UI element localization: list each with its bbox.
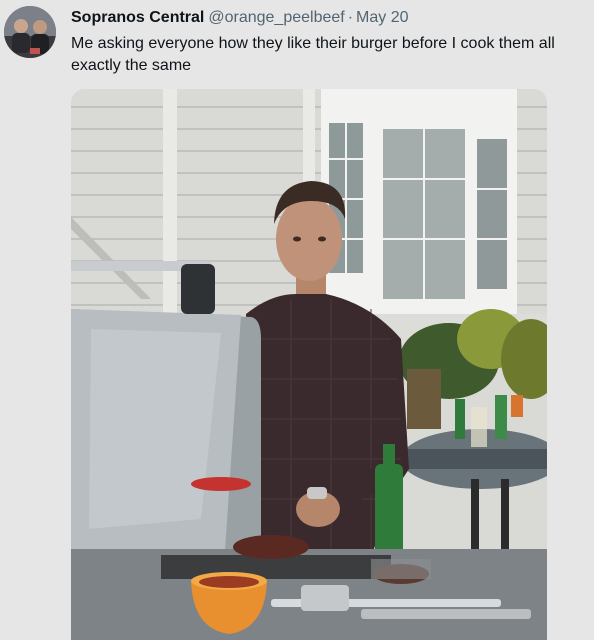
tweet[interactable]: Sopranos Central @orange_peelbeef · May 20 … bbox=[0, 0, 594, 640]
photo-man-at-grill-icon bbox=[71, 89, 547, 640]
profile-photo-icon bbox=[4, 6, 56, 58]
tweet-text: Me asking everyone how they like their b… bbox=[71, 35, 555, 74]
separator-dot: · bbox=[347, 9, 354, 26]
tweet-date[interactable]: May 20 bbox=[356, 9, 408, 26]
tweet-media[interactable] bbox=[71, 89, 547, 640]
tweet-header: Sopranos Central @orange_peelbeef · May 20 bbox=[71, 8, 409, 28]
avatar[interactable] bbox=[4, 6, 56, 58]
user-handle[interactable]: @orange_peelbeef bbox=[208, 9, 344, 26]
display-name[interactable]: Sopranos Central bbox=[71, 9, 204, 26]
